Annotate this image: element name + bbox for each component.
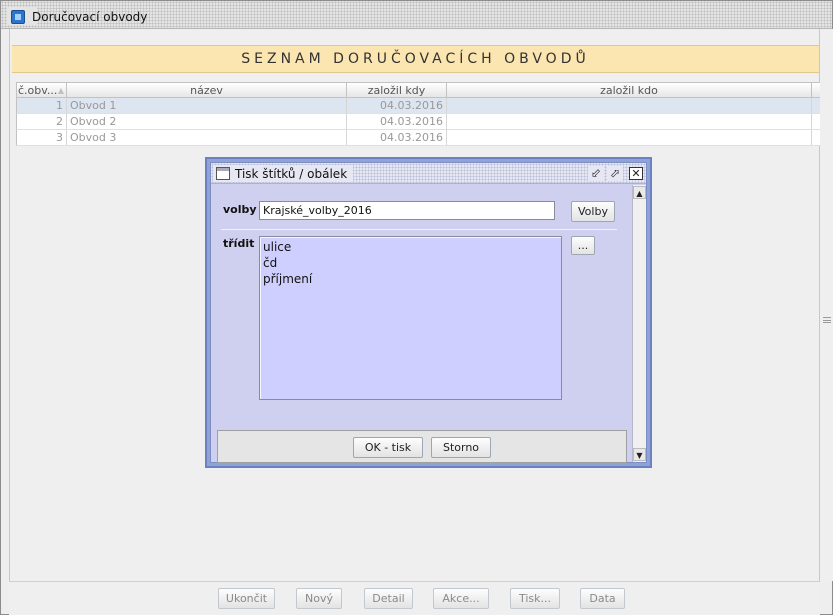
print-labels-dialog: Tisk štítků / obálek ⬃ ⬀ ✕ volby Krajské… — [205, 157, 652, 468]
table-row[interactable]: 3 Obvod 3 04.03.2016 — [16, 130, 821, 146]
column-header-name[interactable]: název — [67, 83, 347, 98]
novy-button[interactable]: Nový — [296, 588, 342, 609]
cell-number: 3 — [17, 130, 67, 145]
list-item[interactable]: příjmení — [263, 271, 558, 287]
volby-label: volby — [223, 203, 257, 216]
cell-author — [447, 98, 812, 113]
bottom-toolbar: Ukončit Nový Detail Akce... Tisk... Data — [9, 581, 820, 615]
divider — [221, 229, 617, 230]
cell-number: 1 — [17, 98, 67, 113]
tisk-button[interactable]: Tisk... — [510, 588, 560, 609]
window-titlebar[interactable]: Doručovací obvody — [1, 1, 832, 29]
detail-button[interactable]: Detail — [364, 588, 413, 609]
scroll-down-icon[interactable]: ▼ — [633, 448, 646, 461]
scroll-up-icon[interactable]: ▲ — [633, 186, 646, 199]
cell-name: Obvod 1 — [67, 98, 347, 113]
volby-button[interactable]: Volby — [571, 201, 615, 222]
column-header-author[interactable]: založil kdo — [447, 83, 812, 98]
column-header-created[interactable]: založil kdy — [347, 83, 447, 98]
grip-icon — [823, 317, 831, 323]
list-item[interactable]: čd — [263, 255, 558, 271]
districts-table: č.obv... ▲ název založil kdy založil kdo… — [16, 82, 821, 146]
ukoncit-button[interactable]: Ukončit — [218, 588, 275, 609]
minimize-icon[interactable]: ⬃ — [588, 166, 604, 181]
sort-options-button[interactable]: ... — [571, 236, 595, 255]
banner-title: SEZNAM DORUČOVACÍCH OBVODŮ — [241, 51, 590, 67]
dialog-body: volby Krajské_volby_2016 Volby třídit ul… — [211, 185, 632, 463]
table-row[interactable]: 2 Obvod 2 04.03.2016 — [16, 114, 821, 130]
sort-ascending-icon: ▲ — [57, 86, 64, 95]
cell-created: 04.03.2016 — [347, 98, 447, 113]
akce-button[interactable]: Akce... — [433, 588, 489, 609]
data-button[interactable]: Data — [580, 588, 625, 609]
cell-number: 2 — [17, 114, 67, 129]
window-title: Doručovací obvody — [32, 10, 148, 24]
dialog-title: Tisk štítků / obálek — [235, 167, 348, 181]
cell-author — [447, 114, 812, 129]
cell-author — [447, 130, 812, 145]
table-row[interactable]: 1 Obvod 1 04.03.2016 — [16, 98, 821, 114]
maximize-icon[interactable]: ⬀ — [607, 166, 623, 181]
close-icon[interactable]: ✕ — [629, 167, 643, 180]
dialog-scrollbar[interactable]: ▲ ▼ — [632, 185, 646, 462]
cell-created: 04.03.2016 — [347, 114, 447, 129]
cell-created: 04.03.2016 — [347, 130, 447, 145]
ok-print-button[interactable]: OK - tisk — [353, 437, 423, 458]
list-item[interactable]: ulice — [263, 239, 558, 255]
sort-order-list[interactable]: ulice čd příjmení — [259, 236, 562, 400]
list-banner: SEZNAM DORUČOVACÍCH OBVODŮ — [12, 45, 819, 73]
dialog-window-icon — [216, 167, 230, 180]
cell-name: Obvod 3 — [67, 130, 347, 145]
cell-name: Obvod 2 — [67, 114, 347, 129]
table-header: č.obv... ▲ název založil kdy založil kdo — [16, 82, 821, 98]
dialog-titlebar[interactable]: Tisk štítků / obálek ⬃ ⬀ ✕ — [211, 163, 646, 184]
cancel-button[interactable]: Storno — [431, 437, 491, 458]
volby-field[interactable]: Krajské_volby_2016 — [259, 201, 555, 220]
tridit-label: třídit — [223, 237, 255, 250]
column-header-number[interactable]: č.obv... ▲ — [17, 83, 67, 98]
window-resize-strip[interactable] — [820, 29, 833, 581]
app-window-icon — [11, 10, 25, 24]
dialog-footer: OK - tisk Storno — [217, 430, 627, 463]
